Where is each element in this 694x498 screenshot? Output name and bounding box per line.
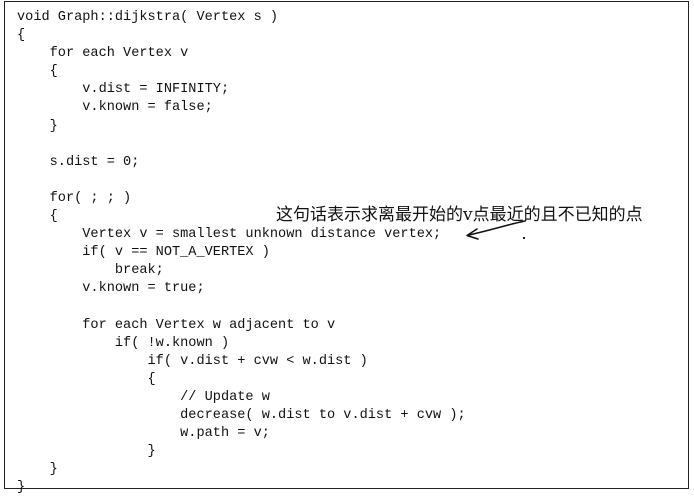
code-line: v.dist = INFINITY;: [17, 82, 230, 98]
code-line: v.known = true;: [17, 281, 205, 297]
stray-mark: [523, 237, 525, 239]
code-line: if( v.dist + cvw < w.dist ): [17, 353, 368, 369]
code-line: s.dist = 0;: [17, 154, 140, 170]
code-listing-box: void Graph::dijkstra( Vertex s ) { for e…: [4, 1, 689, 495]
code-line: }: [17, 118, 58, 134]
code-line: {: [17, 64, 58, 80]
code-line: w.path = v;: [17, 426, 270, 442]
code-line: break;: [17, 263, 164, 279]
code-line: v.known = false;: [17, 100, 213, 116]
code-line: decrease( w.dist to v.dist + cvw );: [17, 408, 466, 424]
code-line: void Graph::dijkstra( Vertex s ): [17, 10, 279, 25]
code-line: for each Vertex v: [17, 46, 189, 62]
code-line: if( !w.known ): [17, 335, 230, 351]
code-line: Vertex v = smallest unknown distance ver…: [17, 227, 442, 243]
code-line: }: [17, 462, 58, 478]
code-line: for each Vertex w adjacent to v: [17, 317, 336, 333]
code-line: }: [17, 480, 26, 496]
code-line: if( v == NOT_A_VERTEX ): [17, 245, 270, 261]
code-line: // Update w: [17, 389, 270, 405]
code-line: {: [17, 28, 26, 44]
code-line: }: [17, 444, 156, 460]
annotation-arrow-icon: [466, 220, 526, 240]
code-line: {: [17, 371, 156, 387]
code-listing: void Graph::dijkstra( Vertex s ) { for e…: [17, 9, 466, 498]
